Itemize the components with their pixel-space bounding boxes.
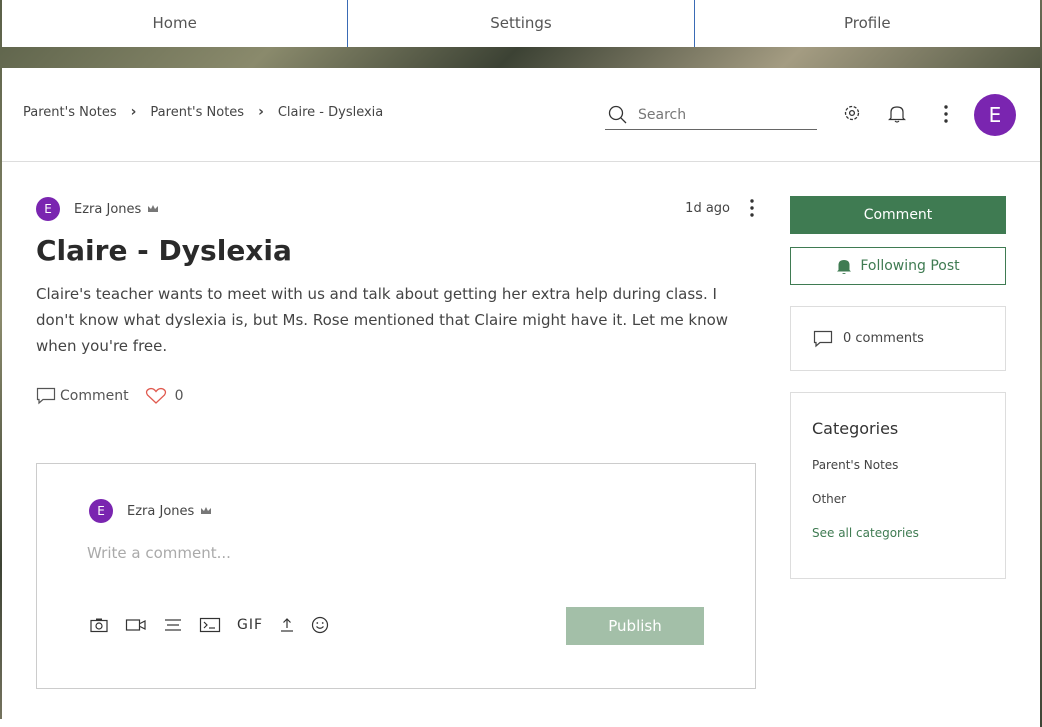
categories-box: Categories Parent's Notes Other See all … — [790, 392, 1006, 579]
see-all-categories-link[interactable]: See all categories — [812, 526, 1005, 540]
forum-page: Parent's Notes › Parent's Notes › Claire… — [2, 68, 1040, 727]
bell-icon[interactable] — [888, 104, 906, 128]
comment-composer: E Ezra Jones Write a comment... GIF Publ… — [36, 463, 756, 689]
crown-icon — [147, 202, 159, 217]
like-button[interactable]: 0 — [145, 387, 184, 405]
post-timestamp: 1d ago — [685, 201, 730, 216]
crown-icon — [200, 504, 212, 519]
post-title: Claire - Dyslexia — [36, 234, 292, 267]
breadcrumb-current: Claire - Dyslexia — [277, 104, 384, 120]
composer-author-row: E Ezra Jones — [89, 498, 212, 524]
search-bar — [605, 100, 817, 130]
comment-action-label: Comment — [60, 388, 129, 404]
categories-title: Categories — [812, 419, 899, 438]
following-post-label: Following Post — [860, 258, 960, 274]
breadcrumb: Parent's Notes › Parent's Notes › Claire… — [23, 104, 383, 120]
top-nav: Home Settings Profile — [2, 0, 1040, 47]
comment-input[interactable] — [87, 544, 687, 562]
forum-header: Parent's Notes › Parent's Notes › Claire… — [2, 68, 1040, 162]
composer-toolbar: GIF — [89, 616, 345, 634]
code-block-icon[interactable] — [199, 617, 221, 633]
upload-icon[interactable] — [279, 617, 295, 633]
comment-action[interactable]: Comment — [36, 387, 129, 405]
divider-icon[interactable] — [163, 617, 183, 633]
breadcrumb-item[interactable]: Parent's Notes — [23, 105, 117, 120]
heart-icon — [145, 387, 166, 404]
post-more-icon[interactable] — [748, 198, 756, 222]
search-input[interactable] — [638, 106, 808, 123]
comment-icon — [813, 330, 833, 347]
bell-filled-icon — [837, 259, 852, 274]
chevron-right-icon: › — [130, 104, 137, 120]
emoji-icon[interactable] — [311, 616, 329, 634]
video-icon[interactable] — [125, 617, 147, 633]
nav-item-home[interactable]: Home — [2, 0, 349, 47]
comment-button[interactable]: Comment — [790, 196, 1006, 234]
publish-button[interactable]: Publish — [566, 607, 704, 645]
avatar[interactable]: E — [89, 499, 113, 523]
comment-icon — [36, 387, 56, 405]
chevron-right-icon: › — [258, 104, 264, 120]
search-icon — [608, 105, 627, 123]
camera-icon[interactable] — [89, 617, 109, 633]
more-vertical-icon[interactable] — [942, 104, 950, 128]
category-item[interactable]: Other — [812, 492, 1005, 506]
post: E Ezra Jones 1d ago Claire - Dyslexia Cl… — [36, 196, 756, 405]
post-author-row: E Ezra Jones — [36, 196, 756, 222]
avatar[interactable]: E — [36, 197, 60, 221]
post-sidebar: Comment Following Post 0 comments Catego… — [790, 196, 1006, 579]
nav-item-settings[interactable]: Settings — [348, 0, 695, 47]
following-post-button[interactable]: Following Post — [790, 247, 1006, 285]
breadcrumb-item[interactable]: Parent's Notes — [150, 105, 244, 120]
gear-icon[interactable] — [843, 104, 861, 126]
category-item[interactable]: Parent's Notes — [812, 458, 1005, 472]
post-body: Claire's teacher wants to meet with us a… — [36, 285, 729, 355]
like-count: 0 — [174, 388, 184, 404]
post-actions: Comment 0 — [36, 387, 756, 405]
comments-count-box: 0 comments — [790, 306, 1006, 371]
bottom-overlay-strip — [0, 719, 266, 727]
user-avatar[interactable]: E — [974, 94, 1016, 136]
post-author-name[interactable]: Ezra Jones — [74, 202, 141, 217]
comments-count: 0 comments — [843, 331, 924, 346]
composer-author-name: Ezra Jones — [127, 503, 195, 519]
gif-icon[interactable]: GIF — [237, 617, 263, 633]
nav-item-profile[interactable]: Profile — [695, 0, 1040, 47]
